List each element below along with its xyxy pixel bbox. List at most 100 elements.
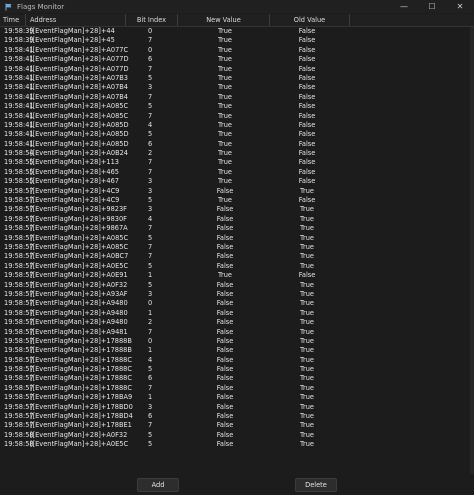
table-row[interactable]: 19:58:41 [[EventFlagMan]+28]+A077D 7 True Fa… (0, 65, 474, 74)
row-new-value: True (217, 102, 232, 111)
table-row[interactable]: 19:58:57 [[EventFlagMan]+28]+A0E5C 5 False T… (0, 262, 474, 271)
close-button[interactable]: ✕ (446, 0, 474, 13)
row-old-value: True (299, 289, 314, 298)
row-bit-index: 5 (148, 430, 153, 439)
maximize-button[interactable]: ☐ (418, 0, 446, 13)
table-row[interactable]: 19:58:41 [[EventFlagMan]+28]+A077D 6 True Fa… (0, 55, 474, 64)
row-time: 19:58:57 (4, 383, 34, 392)
table-row[interactable]: 19:58:54 [[EventFlagMan]+28]+A0B24 2 True Fa… (0, 149, 474, 158)
table-row[interactable]: 19:58:57 [[EventFlagMan]+28]+17888B 0 False… (0, 337, 474, 346)
row-old-value: True (299, 252, 314, 261)
table-row[interactable]: 19:58:57 [[EventFlagMan]+28]+178BD4 6 False… (0, 412, 474, 421)
row-address: [[EventFlagMan]+28]+113 (30, 158, 119, 167)
table-row[interactable]: 19:58:57 [[EventFlagMan]+28]+178BD0 3 False… (0, 403, 474, 412)
column-header-new-value[interactable]: New Value (178, 14, 270, 26)
table-row[interactable]: 19:58:57 [[EventFlagMan]+28]+A0F32 5 False T… (0, 281, 474, 290)
row-new-value: False (216, 308, 234, 317)
table-row[interactable]: 19:58:41 [[EventFlagMan]+28]+A077C 0 True Fa… (0, 46, 474, 55)
row-new-value: False (216, 365, 234, 374)
table-row[interactable]: 19:58:58 [[EventFlagMan]+28]+A0F32 5 False T… (0, 431, 474, 440)
table-row[interactable]: 19:58:57 [[EventFlagMan]+28]+17888C 4 False… (0, 356, 474, 365)
column-header-bit-index[interactable]: Bit Index (126, 14, 178, 26)
table-row[interactable]: 19:58:57 [[EventFlagMan]+28]+4C9 3 False Tru… (0, 187, 474, 196)
row-new-value: True (217, 139, 232, 148)
row-bit-index: 5 (148, 280, 153, 289)
row-bit-index: 4 (148, 355, 153, 364)
row-time: 19:58:57 (4, 402, 34, 411)
row-new-value: True (217, 149, 232, 158)
delete-button[interactable]: Delete (295, 478, 337, 492)
row-old-value: False (298, 120, 316, 129)
table-row[interactable]: 19:58:57 [[EventFlagMan]+28]+A9481 7 False T… (0, 328, 474, 337)
table-row[interactable]: 19:58:41 [[EventFlagMan]+28]+A085D 5 True Fa… (0, 130, 474, 139)
table-row[interactable]: 19:58:57 [[EventFlagMan]+28]+9823F 3 False T… (0, 205, 474, 214)
row-old-value: True (299, 224, 314, 233)
column-header-old-value[interactable]: Old Value (270, 14, 350, 26)
table-row[interactable]: 19:58:55 [[EventFlagMan]+28]+113 7 True Fals… (0, 158, 474, 167)
row-time: 19:58:57 (4, 393, 34, 402)
table-row[interactable]: 19:58:39 [[EventFlagMan]+28]+45 7 True False (0, 36, 474, 45)
table-row[interactable]: 19:58:57 [[EventFlagMan]+28]+A0BC7 7 False T… (0, 252, 474, 261)
row-new-value: True (217, 73, 232, 82)
table-row[interactable]: 19:58:57 [[EventFlagMan]+28]+178BA9 1 False… (0, 393, 474, 402)
table-row[interactable]: 19:58:41 [[EventFlagMan]+28]+A085D 6 True Fa… (0, 140, 474, 149)
table-row[interactable]: 19:58:41 [[EventFlagMan]+28]+A085C 5 True Fa… (0, 102, 474, 111)
row-time: 19:58:57 (4, 233, 34, 242)
row-old-value: False (298, 55, 316, 64)
row-address: [[EventFlagMan]+28]+A07B3 (30, 73, 128, 82)
column-header-address[interactable]: Address (26, 14, 126, 26)
table-row[interactable]: 19:58:57 [[EventFlagMan]+28]+9867A 7 False T… (0, 224, 474, 233)
table-row[interactable]: 19:58:57 [[EventFlagMan]+28]+17888C 7 False… (0, 384, 474, 393)
add-button[interactable]: Add (137, 478, 179, 492)
vertical-scrollbar[interactable] (470, 27, 474, 474)
row-address: [[EventFlagMan]+28]+467 (30, 177, 119, 186)
row-old-value: True (299, 355, 314, 364)
close-icon: ✕ (456, 2, 464, 11)
table-row[interactable]: 19:58:39 [[EventFlagMan]+28]+44 0 True False (0, 27, 474, 36)
table-row[interactable]: 19:58:55 [[EventFlagMan]+28]+465 7 True Fals… (0, 168, 474, 177)
row-address: [[EventFlagMan]+28]+A93AF (30, 289, 128, 298)
table-row[interactable]: 19:58:41 [[EventFlagMan]+28]+A07B4 3 True Fa… (0, 83, 474, 92)
table-row[interactable]: 19:58:41 [[EventFlagMan]+28]+A07B3 5 True Fa… (0, 74, 474, 83)
table-row[interactable]: 19:58:57 [[EventFlagMan]+28]+9830F 4 False T… (0, 215, 474, 224)
row-bit-index: 7 (148, 64, 153, 73)
table-row[interactable]: 19:58:57 [[EventFlagMan]+28]+A0E91 1 True Fa… (0, 271, 474, 280)
table-row[interactable]: 19:58:57 [[EventFlagMan]+28]+17888C 6 False… (0, 374, 474, 383)
minimize-button[interactable]: — (390, 0, 418, 13)
table-row[interactable]: 19:58:57 [[EventFlagMan]+28]+A9480 0 False T… (0, 299, 474, 308)
row-new-value: False (216, 336, 234, 345)
row-old-value: True (299, 186, 314, 195)
table-row[interactable]: 19:58:55 [[EventFlagMan]+28]+467 3 True Fals… (0, 177, 474, 186)
table-row[interactable]: 19:58:57 [[EventFlagMan]+28]+A085C 5 False T… (0, 234, 474, 243)
table-row[interactable]: 19:58:57 [[EventFlagMan]+28]+A9480 2 False T… (0, 318, 474, 327)
row-address: [[EventFlagMan]+28]+9830F (30, 214, 127, 223)
table-row[interactable]: 19:58:57 [[EventFlagMan]+28]+A9480 1 False T… (0, 309, 474, 318)
table-row[interactable]: 19:58:57 [[EventFlagMan]+28]+A085C 7 False T… (0, 243, 474, 252)
row-address: [[EventFlagMan]+28]+A9480 (30, 318, 128, 327)
row-bit-index: 0 (148, 45, 153, 54)
table-row[interactable]: 19:58:57 [[EventFlagMan]+28]+17888B 1 False… (0, 346, 474, 355)
row-new-value: False (216, 261, 234, 270)
table-row[interactable]: 19:58:58 [[EventFlagMan]+28]+A0E5C 5 False T… (0, 440, 474, 449)
table-row[interactable]: 19:58:41 [[EventFlagMan]+28]+A085C 7 True Fa… (0, 112, 474, 121)
row-new-value: False (216, 421, 234, 430)
row-old-value: False (298, 111, 316, 120)
row-old-value: False (298, 73, 316, 82)
row-bit-index: 3 (148, 83, 153, 92)
row-old-value: False (298, 45, 316, 54)
table-row[interactable]: 19:58:57 [[EventFlagMan]+28]+4C9 5 True Fals… (0, 196, 474, 205)
table-row[interactable]: 19:58:57 [[EventFlagMan]+28]+178BE1 7 False… (0, 421, 474, 430)
table-row[interactable]: 19:58:41 [[EventFlagMan]+28]+A07B4 7 True Fa… (0, 93, 474, 102)
row-time: 19:58:57 (4, 224, 34, 233)
column-header-time[interactable]: Time (0, 14, 26, 26)
row-bit-index: 7 (148, 421, 153, 430)
table-row[interactable]: 19:58:41 [[EventFlagMan]+28]+A085D 4 True Fa… (0, 121, 474, 130)
table-row[interactable]: 19:58:57 [[EventFlagMan]+28]+17888C 5 False… (0, 365, 474, 374)
flag-log-list[interactable]: 19:58:39 [[EventFlagMan]+28]+44 0 True False… (0, 27, 474, 474)
row-time: 19:58:41 (4, 55, 34, 64)
row-bit-index: 6 (148, 374, 153, 383)
table-row[interactable]: 19:58:57 [[EventFlagMan]+28]+A93AF 3 False T… (0, 290, 474, 299)
row-address: [[EventFlagMan]+28]+A0B24 (30, 149, 128, 158)
row-address: [[EventFlagMan]+28]+17888B (30, 346, 132, 355)
row-time: 19:58:57 (4, 205, 34, 214)
